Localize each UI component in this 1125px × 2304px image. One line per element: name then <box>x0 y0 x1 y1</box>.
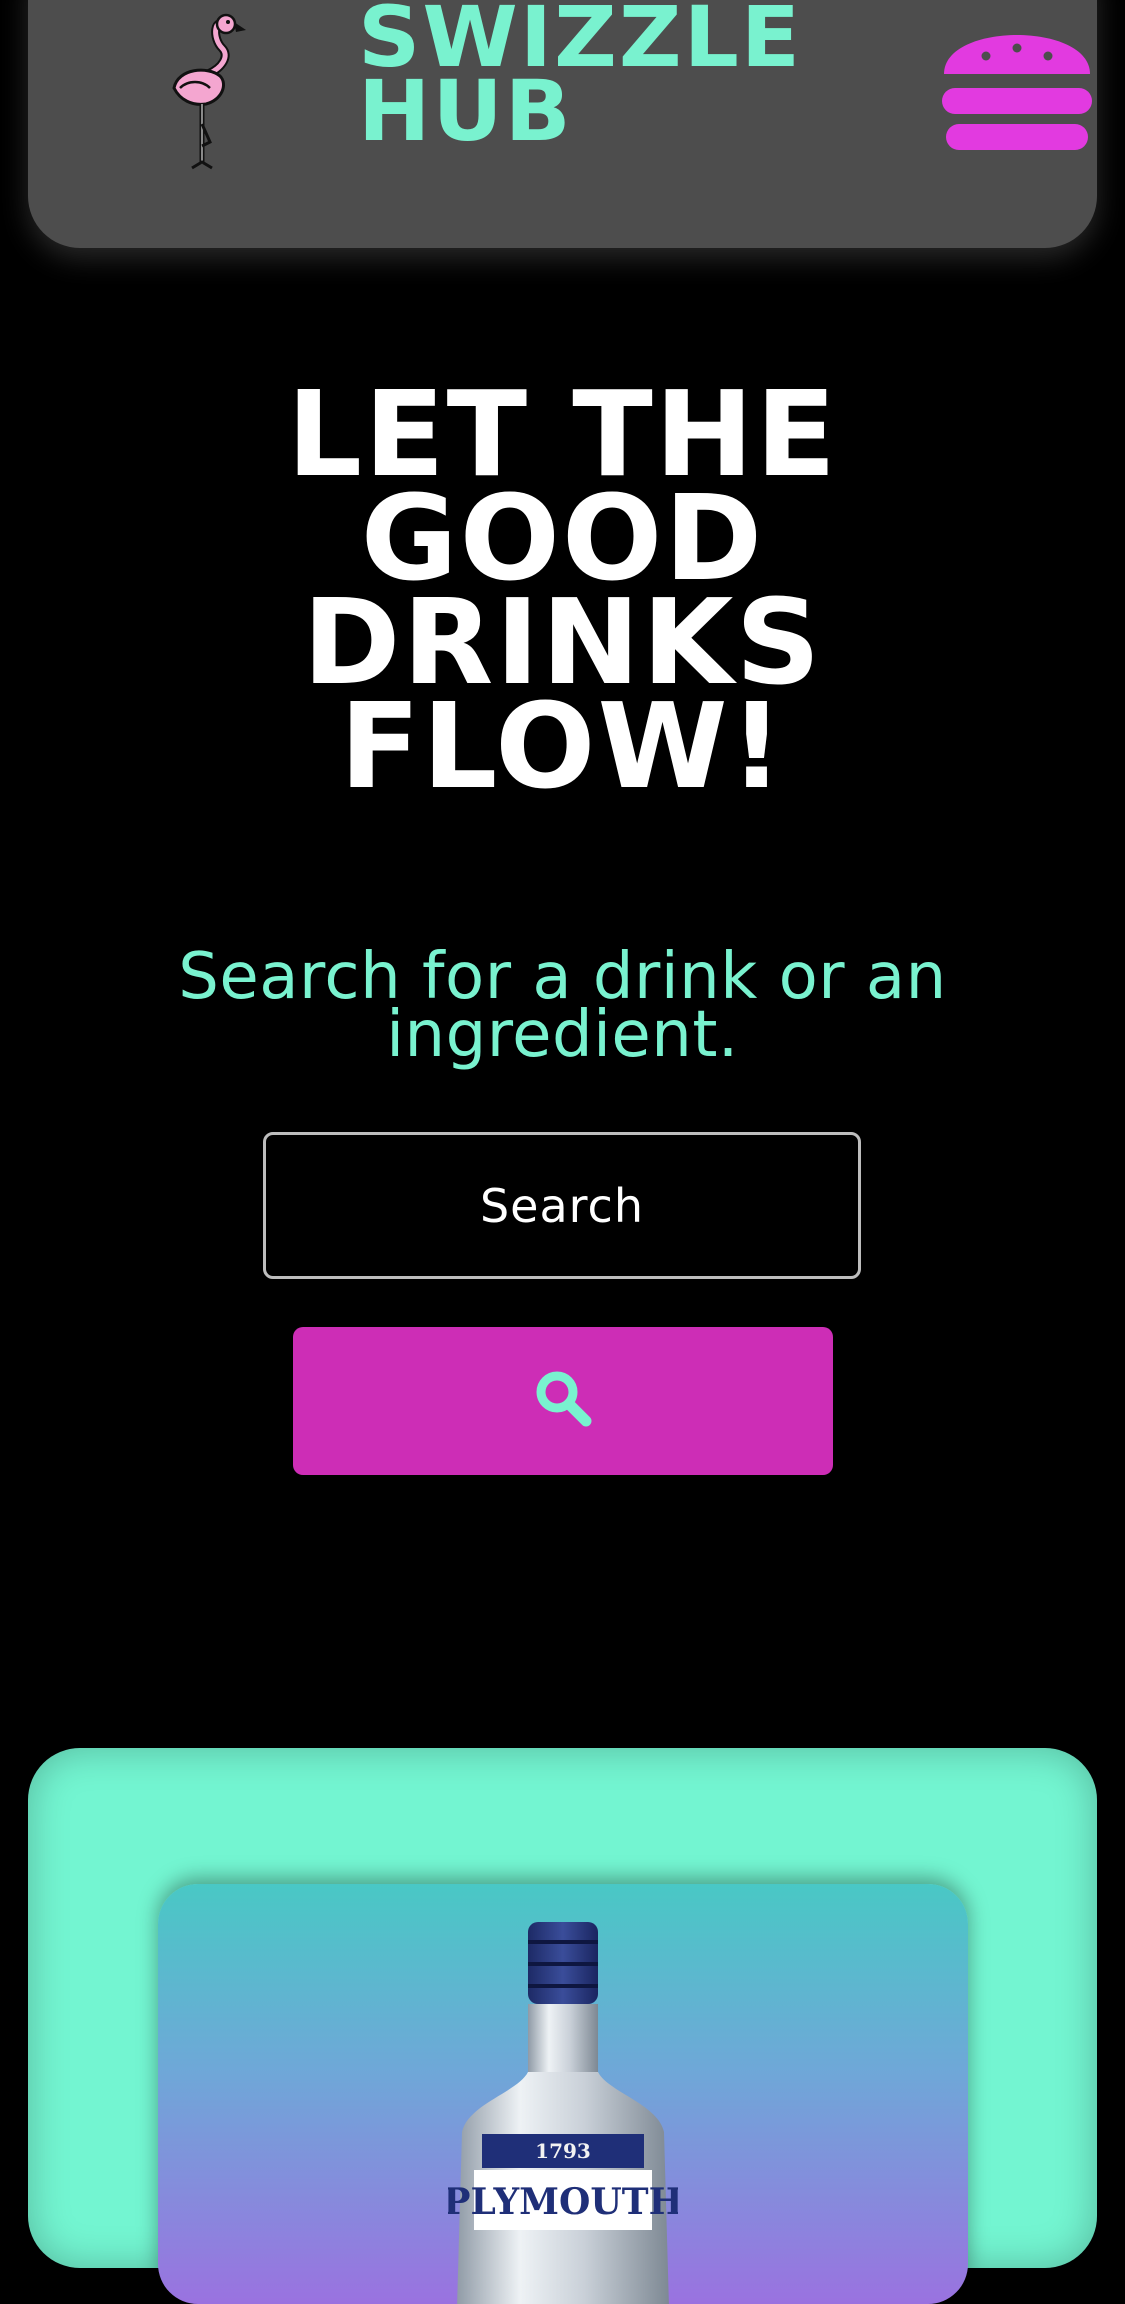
gin-bottle-image: 1793 PLYMOUTH <box>448 1922 678 2304</box>
search-input[interactable] <box>263 1132 861 1279</box>
site-brand[interactable]: SWIZZLE HUB <box>358 0 802 153</box>
site-header: SWIZZLE HUB <box>28 0 1097 248</box>
bottle-year-label: 1793 <box>535 2139 591 2163</box>
burger-menu-icon[interactable] <box>942 18 1092 150</box>
flamingo-icon[interactable] <box>164 0 254 172</box>
search-prompt: Search for a drink or an ingredient. <box>0 945 1125 1072</box>
search-button[interactable] <box>293 1327 833 1475</box>
hero-headline: LET THE GOOD DRINKS FLOW! <box>0 375 1125 815</box>
featured-drink-image-frame: 1793 PLYMOUTH <box>158 1884 968 2304</box>
featured-drink-card[interactable]: 1793 PLYMOUTH <box>28 1748 1097 2304</box>
search-prompt-line-2: ingredient. <box>386 998 739 1072</box>
hero-line-4: FLOW! <box>339 677 786 815</box>
bottle-brand-label: PLYMOUTH <box>448 2181 678 2223</box>
search-icon <box>536 1371 592 1427</box>
